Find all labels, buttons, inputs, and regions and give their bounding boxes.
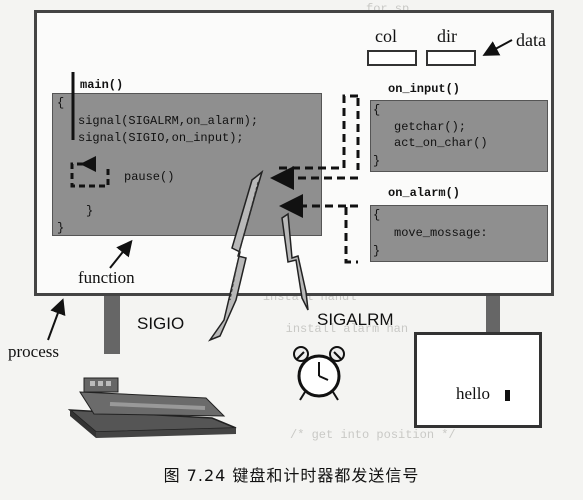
main-line-2: signal(SIGIO,on_input); xyxy=(78,131,244,145)
main-open-brace: { xyxy=(57,96,65,110)
process-arrow-icon xyxy=(47,298,66,341)
on-alarm-header: on_alarm() xyxy=(388,186,461,200)
function-label: function xyxy=(78,268,135,287)
on-alarm-open-brace: { xyxy=(373,208,381,222)
cursor-icon xyxy=(505,390,510,401)
main-close-brace: } xyxy=(57,221,65,235)
col-box xyxy=(367,50,417,66)
main-header: main() xyxy=(80,78,124,92)
main-inner-close: } xyxy=(86,204,94,218)
sigio-label: SIGIO xyxy=(137,314,185,333)
data-label: data xyxy=(516,30,546,50)
terminal-screen xyxy=(414,332,542,428)
sigalrm-label: SIGALRM xyxy=(317,310,394,329)
on-alarm-close-brace: } xyxy=(373,244,381,258)
bleed-text: /* get into position */ xyxy=(290,428,456,442)
on-input-line-1: getchar(); xyxy=(394,120,467,134)
board-stand-right xyxy=(486,296,500,332)
dir-box xyxy=(426,50,476,66)
figure-caption: 图 7.24 键盘和计时器都发送信号 xyxy=(163,466,420,485)
terminal-text: hello xyxy=(456,384,490,403)
on-input-open-brace: { xyxy=(373,103,381,117)
on-input-header: on_input() xyxy=(388,82,461,96)
dir-label: dir xyxy=(437,26,457,46)
pause-call: pause() xyxy=(124,170,175,184)
board-stand-left xyxy=(104,296,120,354)
on-alarm-line-1: move_mossage: xyxy=(394,226,488,240)
on-input-line-2: act_on_char() xyxy=(394,136,488,150)
main-line-1: signal(SIGALRM,on_alarm); xyxy=(78,114,259,128)
on-input-close-brace: } xyxy=(373,154,381,168)
alarm-clock-icon xyxy=(293,346,345,401)
keyboard-icon xyxy=(67,377,237,438)
process-label: process xyxy=(8,342,59,361)
col-label: col xyxy=(375,26,397,46)
